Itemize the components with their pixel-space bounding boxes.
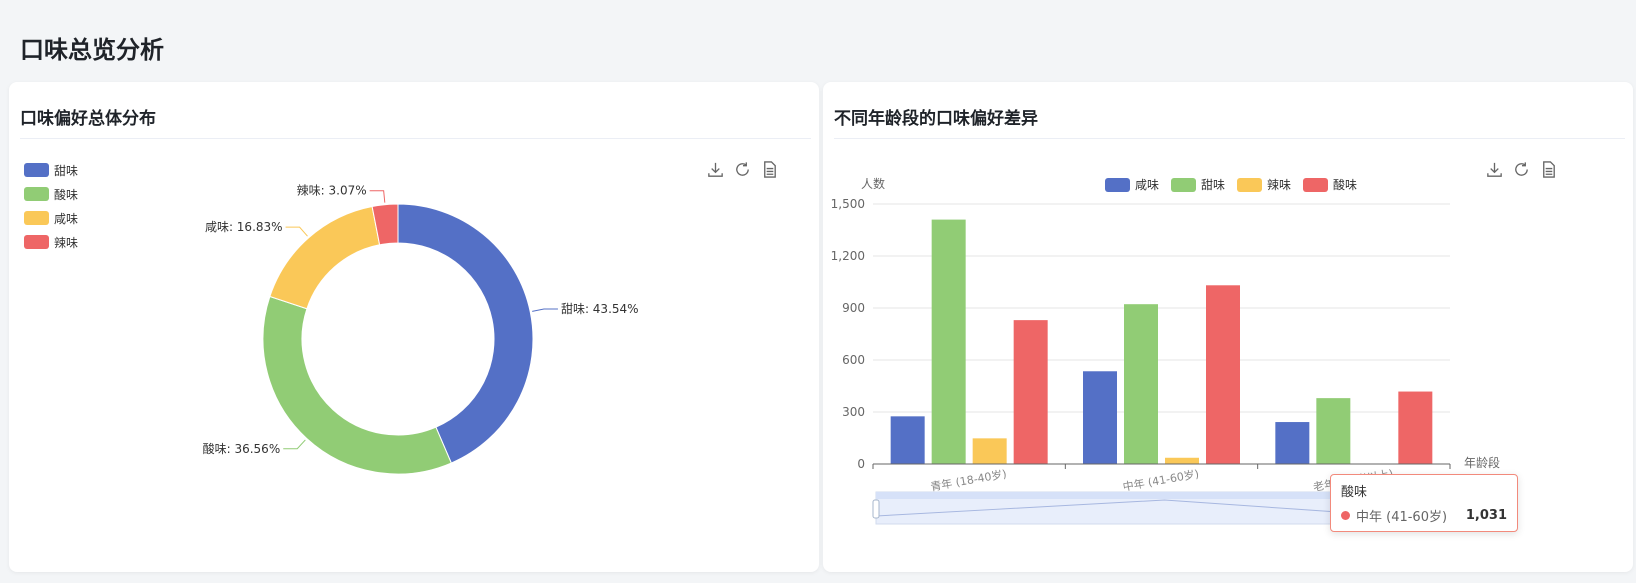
tooltip-row: 中年 (41-60岁) 1,031 <box>1341 506 1507 525</box>
tooltip-title: 酸味 <box>1341 485 1368 500</box>
x-tick-label: 青年 (18-40岁) <box>929 466 1007 493</box>
y-tick-label: 1,500 <box>831 197 865 211</box>
pie-label-line <box>283 439 306 450</box>
bar[interactable] <box>972 438 1007 464</box>
pie-label-line <box>285 226 308 237</box>
tooltip-value: 1,031 <box>1465 508 1507 523</box>
bar[interactable] <box>931 219 966 464</box>
y-tick-label: 900 <box>842 301 865 315</box>
bar[interactable] <box>1013 320 1048 464</box>
y-tick-label: 300 <box>842 405 865 419</box>
pie-label-line <box>532 308 558 312</box>
bar[interactable] <box>1275 422 1310 464</box>
bar[interactable] <box>1083 371 1117 464</box>
y-tick-label: 1,200 <box>831 249 865 263</box>
bar[interactable] <box>1124 304 1158 464</box>
y-axis-label: 人数 <box>861 176 885 191</box>
bar[interactable] <box>1316 398 1351 464</box>
taste-distribution-card: 口味偏好总体分布 甜味 酸味 咸味 辣味 甜味: 43.54% 酸味: 36.5… <box>9 82 819 572</box>
donut-chart: 甜味: 43.54% 酸味: 36.56% 咸味: 16.83% 辣味: 3.07% <box>203 184 639 475</box>
pie-slice-label: 酸味: 36.56% <box>203 441 281 456</box>
pie-slice[interactable] <box>262 295 452 475</box>
bar[interactable] <box>890 416 925 464</box>
pie-slice-label: 甜味: 43.54% <box>561 302 639 316</box>
y-tick-label: 600 <box>842 353 865 367</box>
y-tick-label: 0 <box>857 457 865 471</box>
bar[interactable] <box>1165 457 1199 464</box>
pie-slice[interactable] <box>269 205 381 310</box>
page-title: 口味总览分析 <box>20 36 164 64</box>
tooltip-dot <box>1341 511 1350 520</box>
x-axis-label: 年龄段 <box>1464 455 1500 470</box>
age-taste-card: 不同年龄段的口味偏好差异 咸味 甜味 辣味 酸味 0 300 600 900 1… <box>823 82 1633 572</box>
pie-label-line <box>369 190 386 203</box>
tooltip-category: 中年 (41-60岁) <box>1356 510 1448 525</box>
pie-slice-label: 咸味: 16.83% <box>205 220 283 234</box>
x-tick-label: 中年 (41-60岁) <box>1122 466 1200 493</box>
bar[interactable] <box>1398 391 1433 464</box>
bar-tooltip: 酸味 中年 (41-60岁) 1,031 <box>1330 474 1518 532</box>
pie-slice[interactable] <box>397 203 534 464</box>
pie-slice-label: 辣味: 3.07% <box>297 184 367 198</box>
bar[interactable] <box>1206 285 1240 464</box>
datazoom-handle-left[interactable] <box>872 499 880 519</box>
